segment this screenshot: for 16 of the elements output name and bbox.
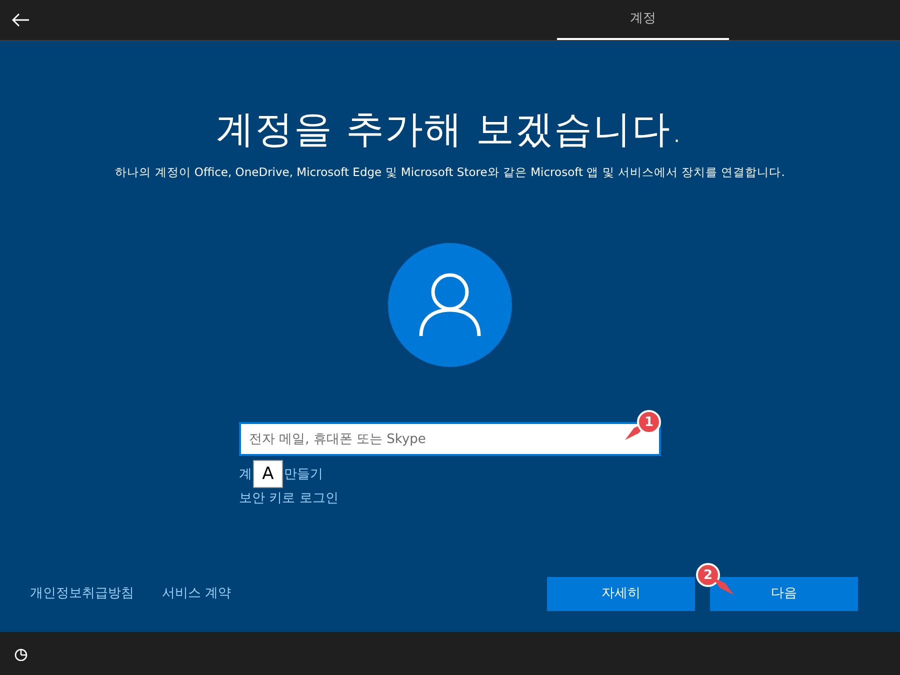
header-tab[interactable]: 계정 bbox=[557, 0, 729, 40]
footer-link[interactable]: 개인정보취급방침 bbox=[30, 584, 134, 604]
ime-indicator: A bbox=[253, 460, 283, 488]
footer-link[interactable]: 서비스 계약 bbox=[162, 584, 232, 604]
back-arrow-icon bbox=[12, 13, 30, 27]
callout-arrow-icon bbox=[712, 577, 734, 595]
action-button[interactable]: 다음 bbox=[710, 577, 858, 611]
security-key-link[interactable]: 보안 키로 로그인 bbox=[239, 489, 338, 509]
page-title: 계정을 추가해 보겠습니다. bbox=[216, 106, 684, 153]
action-button[interactable]: 자세히 bbox=[547, 577, 695, 611]
callout-badge: 1 bbox=[637, 410, 661, 434]
clock-icon bbox=[14, 646, 28, 660]
person-icon bbox=[418, 272, 482, 338]
page-subtitle: 하나의 계정이 Office, OneDrive, Microsoft Edge 및 Microsoft Store와 같은 Microsoft 앱 및 서비스에서 장치를 연결합니다. bbox=[115, 164, 785, 181]
create-account-link[interactable]: 계 bbox=[239, 464, 252, 484]
create-account-link[interactable]: 만들기 bbox=[284, 464, 323, 484]
